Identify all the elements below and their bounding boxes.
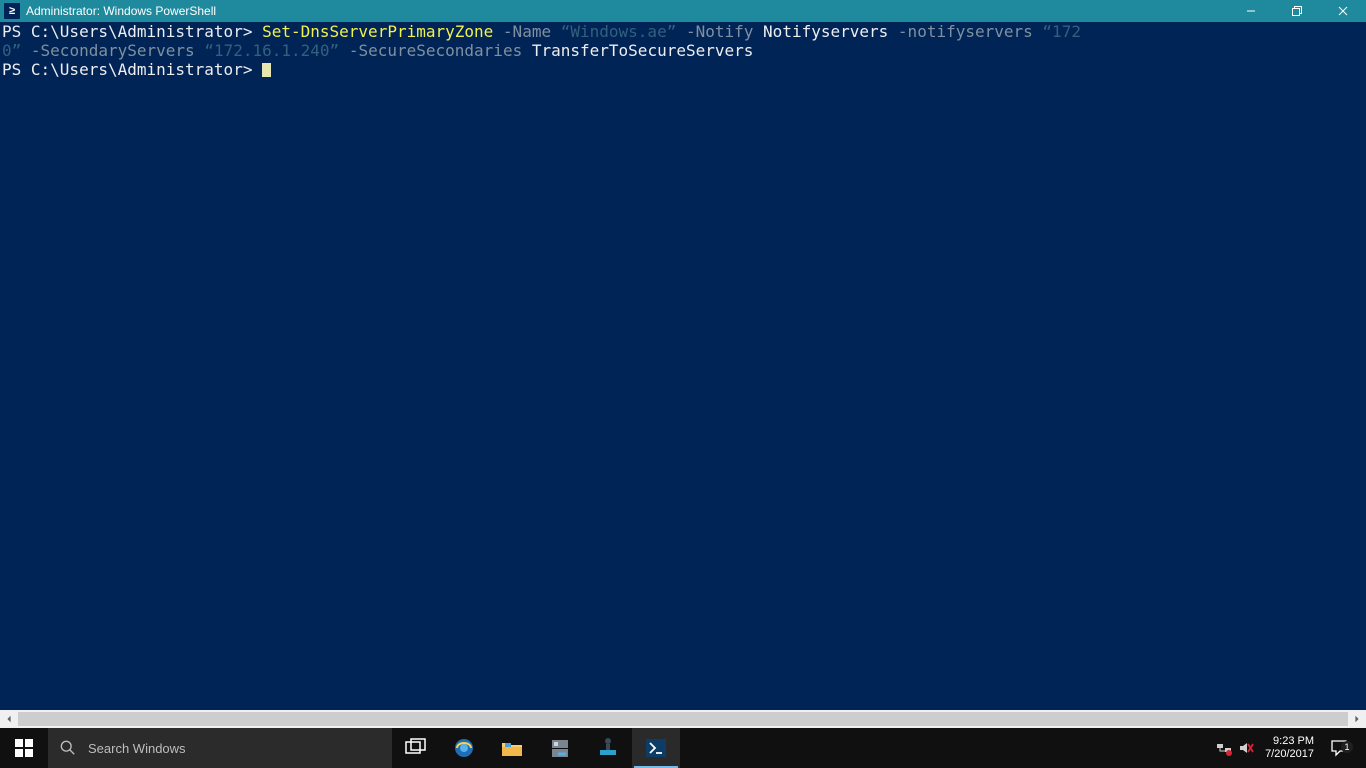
start-button[interactable]	[0, 728, 48, 768]
value-notifyservers-b: 0”	[2, 41, 21, 60]
param-notifyservers: -notifyservers	[898, 22, 1033, 41]
powershell-icon	[4, 3, 20, 19]
taskbar-pinned-apps	[392, 728, 680, 768]
internet-explorer-button[interactable]	[440, 728, 488, 768]
clock-time: 9:23 PM	[1265, 735, 1314, 748]
value-secure: TransferToSecureServers	[532, 41, 754, 60]
window-title: Administrator: Windows PowerShell	[26, 4, 216, 18]
taskbar: Search Windows 9:23 PM 7/20/2017	[0, 728, 1366, 768]
minimize-button[interactable]	[1228, 0, 1274, 22]
prompt: PS C:\Users\Administrator>	[2, 60, 252, 79]
cursor-icon	[262, 63, 271, 77]
tray-network-icon[interactable]	[1213, 740, 1235, 756]
scrollbar-track[interactable]	[18, 710, 1348, 728]
action-center-button[interactable]: 1	[1322, 739, 1356, 757]
powershell-window: Administrator: Windows PowerShell PS C:\…	[0, 0, 1366, 728]
task-view-icon	[404, 736, 428, 760]
ie-icon	[452, 736, 476, 760]
horizontal-scrollbar[interactable]	[0, 710, 1366, 728]
value-notifyservers-a: “172	[1042, 22, 1081, 41]
value-secondary: “172.16.1.240”	[204, 41, 339, 60]
powershell-taskbar-button[interactable]	[632, 728, 680, 768]
server-manager-icon	[548, 736, 572, 760]
maximize-button[interactable]	[1274, 0, 1320, 22]
cmdlet: Set-DnsServerPrimaryZone	[262, 22, 493, 41]
clock-date: 7/20/2017	[1265, 748, 1314, 761]
windows-icon	[15, 739, 33, 757]
close-button[interactable]	[1320, 0, 1366, 22]
param-secondary: -SecondaryServers	[31, 41, 195, 60]
file-explorer-button[interactable]	[488, 728, 536, 768]
notification-badge: 1	[1341, 741, 1353, 753]
tray-volume-icon[interactable]	[1235, 740, 1257, 756]
network-tool-button[interactable]	[584, 728, 632, 768]
scroll-left-button[interactable]	[0, 710, 18, 728]
prompt: PS C:\Users\Administrator>	[2, 22, 252, 41]
system-tray: 9:23 PM 7/20/2017 1	[1213, 728, 1366, 768]
taskbar-clock[interactable]: 9:23 PM 7/20/2017	[1257, 735, 1322, 761]
window-titlebar[interactable]: Administrator: Windows PowerShell	[0, 0, 1366, 22]
value-notify: Notifyservers	[763, 22, 888, 41]
value-name: “Windows.ae”	[561, 22, 677, 41]
powershell-taskbar-icon	[644, 736, 668, 760]
folder-icon	[500, 736, 524, 760]
scroll-right-button[interactable]	[1348, 710, 1366, 728]
server-manager-button[interactable]	[536, 728, 584, 768]
network-icon	[596, 736, 620, 760]
scrollbar-thumb[interactable]	[18, 712, 1348, 726]
search-icon	[60, 740, 76, 756]
task-view-button[interactable]	[392, 728, 440, 768]
search-placeholder: Search Windows	[88, 741, 186, 756]
search-box[interactable]: Search Windows	[48, 728, 392, 768]
param-secure: -SecureSecondaries	[349, 41, 522, 60]
param-notify: -Notify	[686, 22, 753, 41]
terminal-output[interactable]: PS C:\Users\Administrator> Set-DnsServer…	[0, 22, 1366, 710]
param-name: -Name	[503, 22, 551, 41]
